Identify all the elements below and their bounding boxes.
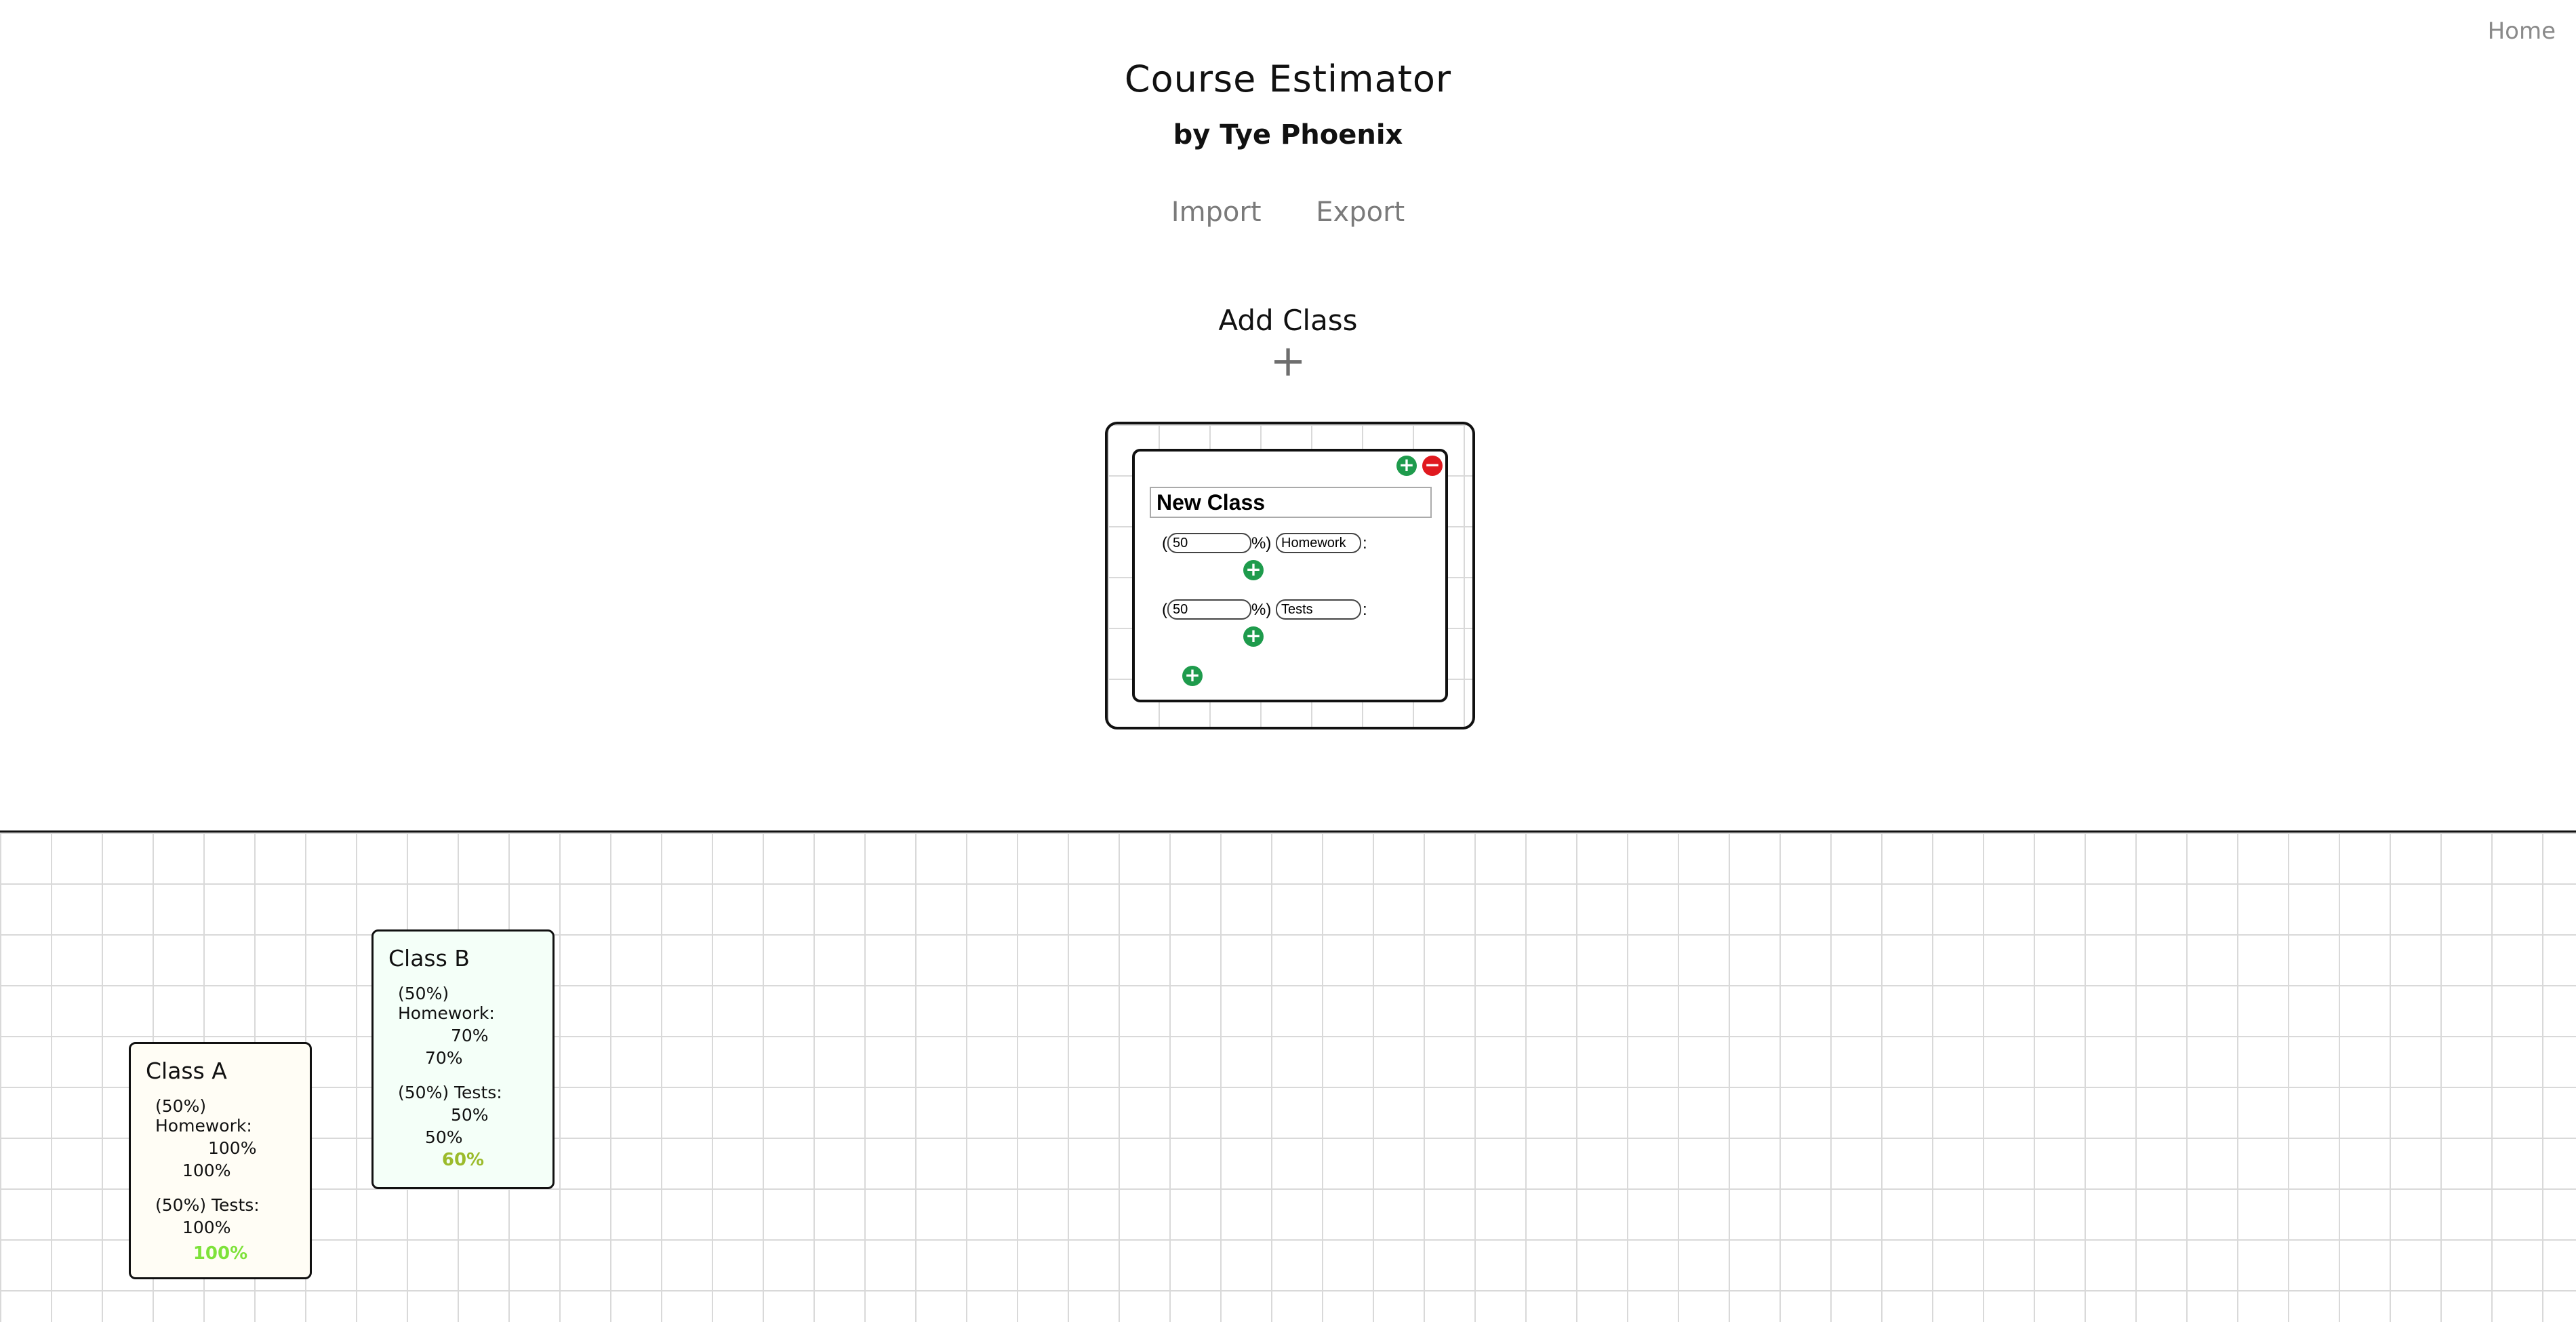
class-board: Class A (50%) Homework: 100% 100% (50%) … <box>0 833 2576 1322</box>
category-name-input[interactable] <box>1276 533 1361 553</box>
class-card-title: Class A <box>146 1058 227 1084</box>
category-score: 50% <box>451 1105 489 1125</box>
page-title: Course Estimator <box>1124 58 1452 100</box>
class-total: 60% <box>441 1150 485 1170</box>
add-category-icon[interactable]: + <box>1396 456 1417 476</box>
class-name-input[interactable] <box>1150 487 1432 518</box>
category-weight-input[interactable] <box>1167 533 1251 553</box>
class-total: 100% <box>193 1243 248 1264</box>
remove-class-icon[interactable]: − <box>1422 456 1443 476</box>
class-editor-panel: + − ( %) : + ( %) : + + <box>1105 422 1475 729</box>
category-score: 100% <box>208 1138 257 1158</box>
class-card-title: Class B <box>388 945 470 972</box>
category-grade: 70% <box>425 1048 463 1068</box>
category-weight-input[interactable] <box>1167 599 1251 620</box>
import-button[interactable]: Import <box>1171 197 1262 228</box>
add-grade-icon[interactable]: + <box>1243 626 1264 647</box>
percent-close: %) <box>1251 601 1272 619</box>
category-grade: 50% <box>425 1127 463 1147</box>
category-score: 70% <box>451 1026 489 1045</box>
export-button[interactable]: Export <box>1316 197 1405 228</box>
percent-close: %) <box>1251 534 1272 553</box>
category-colon: : <box>1363 534 1367 553</box>
add-category-bottom-icon[interactable]: + <box>1182 666 1203 686</box>
category-name-input[interactable] <box>1276 599 1361 620</box>
class-editor-card: + − ( %) : + ( %) : + + <box>1132 449 1448 702</box>
category-score: 100% <box>182 1218 231 1237</box>
category-label: (50%) Homework: <box>398 984 495 1023</box>
open-paren: ( <box>1162 601 1167 619</box>
class-card-b[interactable]: Class B (50%) Homework: 70% 70% (50%) Te… <box>371 929 555 1189</box>
category-grade: 100% <box>182 1161 231 1180</box>
add-grade-icon[interactable]: + <box>1243 560 1264 580</box>
add-class-plus-icon[interactable]: + <box>0 340 2576 383</box>
home-link[interactable]: Home <box>2488 18 2556 45</box>
category-label: (50%) Tests: <box>398 1083 502 1102</box>
import-export-bar: Import Export <box>0 197 2576 228</box>
class-card-a[interactable]: Class A (50%) Homework: 100% 100% (50%) … <box>129 1042 312 1279</box>
category-colon: : <box>1363 601 1367 619</box>
open-paren: ( <box>1162 534 1167 553</box>
category-label: (50%) Tests: <box>155 1195 260 1215</box>
header: Course Estimator by Tye Phoenix <box>0 58 2576 151</box>
category-label: (50%) Homework: <box>155 1096 252 1136</box>
add-class-label: Add Class <box>1218 304 1358 337</box>
page-subtitle: by Tye Phoenix <box>1173 119 1403 151</box>
add-class-section: Add Class + <box>0 304 2576 383</box>
